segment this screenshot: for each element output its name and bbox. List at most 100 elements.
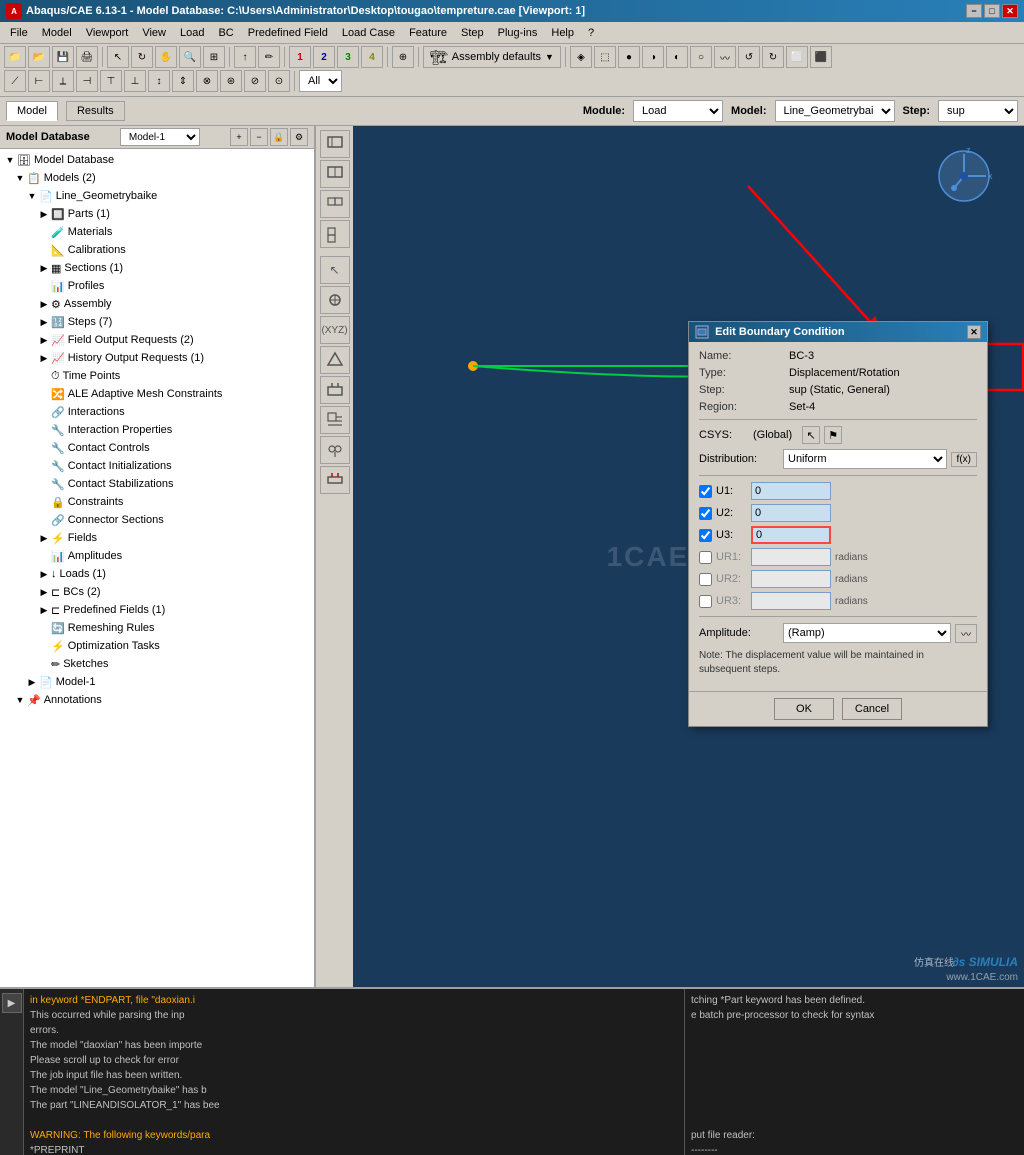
menu-file[interactable]: File (4, 25, 34, 41)
edit-bc-dialog[interactable]: Edit Boundary Condition ✕ Name: BC-3 Typ… (688, 321, 988, 727)
fx-btn[interactable]: f(x) (951, 452, 977, 467)
filter-dropdown[interactable]: All (299, 70, 342, 92)
menu-help[interactable]: Help (545, 25, 580, 41)
print-btn[interactable]: 🖨 (76, 46, 98, 68)
tree-materials[interactable]: 🧪 Materials (2, 223, 312, 241)
maximize-btn[interactable]: □ (984, 4, 1000, 18)
tree-constraints[interactable]: 🔒 Constraints (2, 493, 312, 511)
menu-load[interactable]: Load (174, 25, 210, 41)
num3-btn[interactable]: 3 (337, 46, 359, 68)
step-select[interactable]: sup (938, 100, 1018, 122)
tool-r1c4[interactable]: ⊣ (76, 70, 98, 92)
tool-r1c12[interactable]: ⊙ (268, 70, 290, 92)
u1-checkbox[interactable] (699, 485, 712, 498)
tree-area[interactable]: ▼ 🗄 Model Database ▼ 📋 Models (2) ▼ 📄 Li… (0, 149, 314, 987)
view1-btn[interactable]: ◈ (570, 46, 592, 68)
tree-amplitudes[interactable]: 📊 Amplitudes (2, 547, 312, 565)
tree-annotations[interactable]: ▼ 📌 Annotations (2, 691, 312, 709)
tree-model-1[interactable]: ▶ 📄 Model-1 (2, 673, 312, 691)
open-btn[interactable]: 📂 (28, 46, 50, 68)
zoom-btn[interactable]: 🔍 (179, 46, 201, 68)
bottom-expand-btn[interactable]: ▶ (2, 993, 22, 1013)
amplitude-graph-btn[interactable]: 〰 (955, 624, 977, 643)
tree-profiles[interactable]: 📊 Profiles (2, 277, 312, 295)
num4-btn[interactable]: 4 (361, 46, 383, 68)
tool-r1c5[interactable]: ⊤ (100, 70, 122, 92)
expand-all-btn[interactable]: + (230, 128, 248, 146)
menu-model[interactable]: Model (36, 25, 78, 41)
tool-r1c3[interactable]: ⟂ (52, 70, 74, 92)
viewport[interactable]: 1CAE.COM (353, 126, 1024, 987)
snap-btn[interactable]: ⊕ (392, 46, 414, 68)
menu-feature[interactable]: Feature (403, 25, 453, 41)
view2-btn[interactable]: ⬚ (594, 46, 616, 68)
menu-predefined-field[interactable]: Predefined Field (242, 25, 334, 41)
undulate-btn[interactable]: 〰 (714, 46, 736, 68)
tree-model-database[interactable]: ▼ 🗄 Model Database (2, 151, 312, 169)
side-btn-8[interactable] (320, 346, 350, 374)
ur3-checkbox[interactable] (699, 595, 712, 608)
u3-checkbox[interactable] (699, 529, 712, 542)
tree-interactions[interactable]: 🔗 Interactions (2, 403, 312, 421)
menu-bc[interactable]: BC (212, 25, 239, 41)
tool-r1c8[interactable]: ⇕ (172, 70, 194, 92)
tool-r1c6[interactable]: ⊥ (124, 70, 146, 92)
tree-calibrations[interactable]: 📐 Calibrations (2, 241, 312, 259)
shade1-btn[interactable]: ● (618, 46, 640, 68)
redo-btn[interactable]: ↻ (762, 46, 784, 68)
shade2-btn[interactable]: ◑ (642, 46, 664, 68)
side-btn-11[interactable] (320, 436, 350, 464)
tree-interaction-props[interactable]: 🔧 Interaction Properties (2, 421, 312, 439)
rotate-btn[interactable]: ↻ (131, 46, 153, 68)
distribution-select[interactable]: Uniform (783, 449, 947, 469)
ur1-checkbox[interactable] (699, 551, 712, 564)
new-btn[interactable]: 📁 (4, 46, 26, 68)
menu-plugins[interactable]: Plug-ins (492, 25, 544, 41)
box-btn[interactable]: ⬜ (786, 46, 808, 68)
ur3-input[interactable] (751, 592, 831, 610)
tree-loads[interactable]: ▶ ↓ Loads (1) (2, 565, 312, 583)
side-btn-9[interactable] (320, 376, 350, 404)
close-btn[interactable]: ✕ (1002, 4, 1018, 18)
tree-connector-sections[interactable]: 🔗 Connector Sections (2, 511, 312, 529)
side-btn-1[interactable] (320, 130, 350, 158)
lock-btn[interactable]: 🔒 (270, 128, 288, 146)
side-btn-6[interactable] (320, 286, 350, 314)
tool-r1c7[interactable]: ↕ (148, 70, 170, 92)
amplitude-select[interactable]: (Ramp) (783, 623, 951, 643)
tab-model[interactable]: Model (6, 101, 58, 121)
output-log-left[interactable]: in keyword *ENDPART, file "daoxian.i Thi… (24, 989, 684, 1155)
tree-fields[interactable]: ▶ ⚡ Fields (2, 529, 312, 547)
shade4-btn[interactable]: ○ (690, 46, 712, 68)
menu-view[interactable]: View (136, 25, 172, 41)
select-btn[interactable]: ↖ (107, 46, 129, 68)
tree-contact-controls[interactable]: 🔧 Contact Controls (2, 439, 312, 457)
menu-step[interactable]: Step (455, 25, 490, 41)
dialog-cancel-btn[interactable]: Cancel (842, 698, 902, 720)
collapse-all-btn[interactable]: − (250, 128, 268, 146)
dialog-ok-btn[interactable]: OK (774, 698, 834, 720)
ur2-input[interactable] (751, 570, 831, 588)
tree-contact-init[interactable]: 🔧 Contact Initializations (2, 457, 312, 475)
tool-r1c2[interactable]: ⊢ (28, 70, 50, 92)
output-log-right[interactable]: tching *Part keyword has been defined. e… (684, 989, 1024, 1155)
sketch-btn[interactable]: ✏ (258, 46, 280, 68)
menu-load-case[interactable]: Load Case (336, 25, 401, 41)
num2-btn[interactable]: 2 (313, 46, 335, 68)
tool-r1c10[interactable]: ⊛ (220, 70, 242, 92)
csys-person-btn[interactable]: ⚑ (824, 426, 842, 444)
u2-checkbox[interactable] (699, 507, 712, 520)
tree-time-points[interactable]: ⏱ Time Points (2, 367, 312, 385)
tree-parts[interactable]: ▶ 🔲 Parts (1) (2, 205, 312, 223)
ur1-input[interactable] (751, 548, 831, 566)
tree-ale-adaptive[interactable]: 🔀 ALE Adaptive Mesh Constraints (2, 385, 312, 403)
tree-steps[interactable]: ▶ 🔢 Steps (7) (2, 313, 312, 331)
assembly-defaults-btn[interactable]: 🏗 Assembly defaults ▼ (423, 46, 561, 68)
tab-results[interactable]: Results (66, 101, 125, 121)
side-btn-10[interactable] (320, 406, 350, 434)
tree-sections[interactable]: ▶ ▦ Sections (1) (2, 259, 312, 277)
tool-r1c1[interactable]: ⟋ (4, 70, 26, 92)
shade3-btn[interactable]: ◐ (666, 46, 688, 68)
cube-btn[interactable]: ⬛ (810, 46, 832, 68)
u1-input[interactable] (751, 482, 831, 500)
